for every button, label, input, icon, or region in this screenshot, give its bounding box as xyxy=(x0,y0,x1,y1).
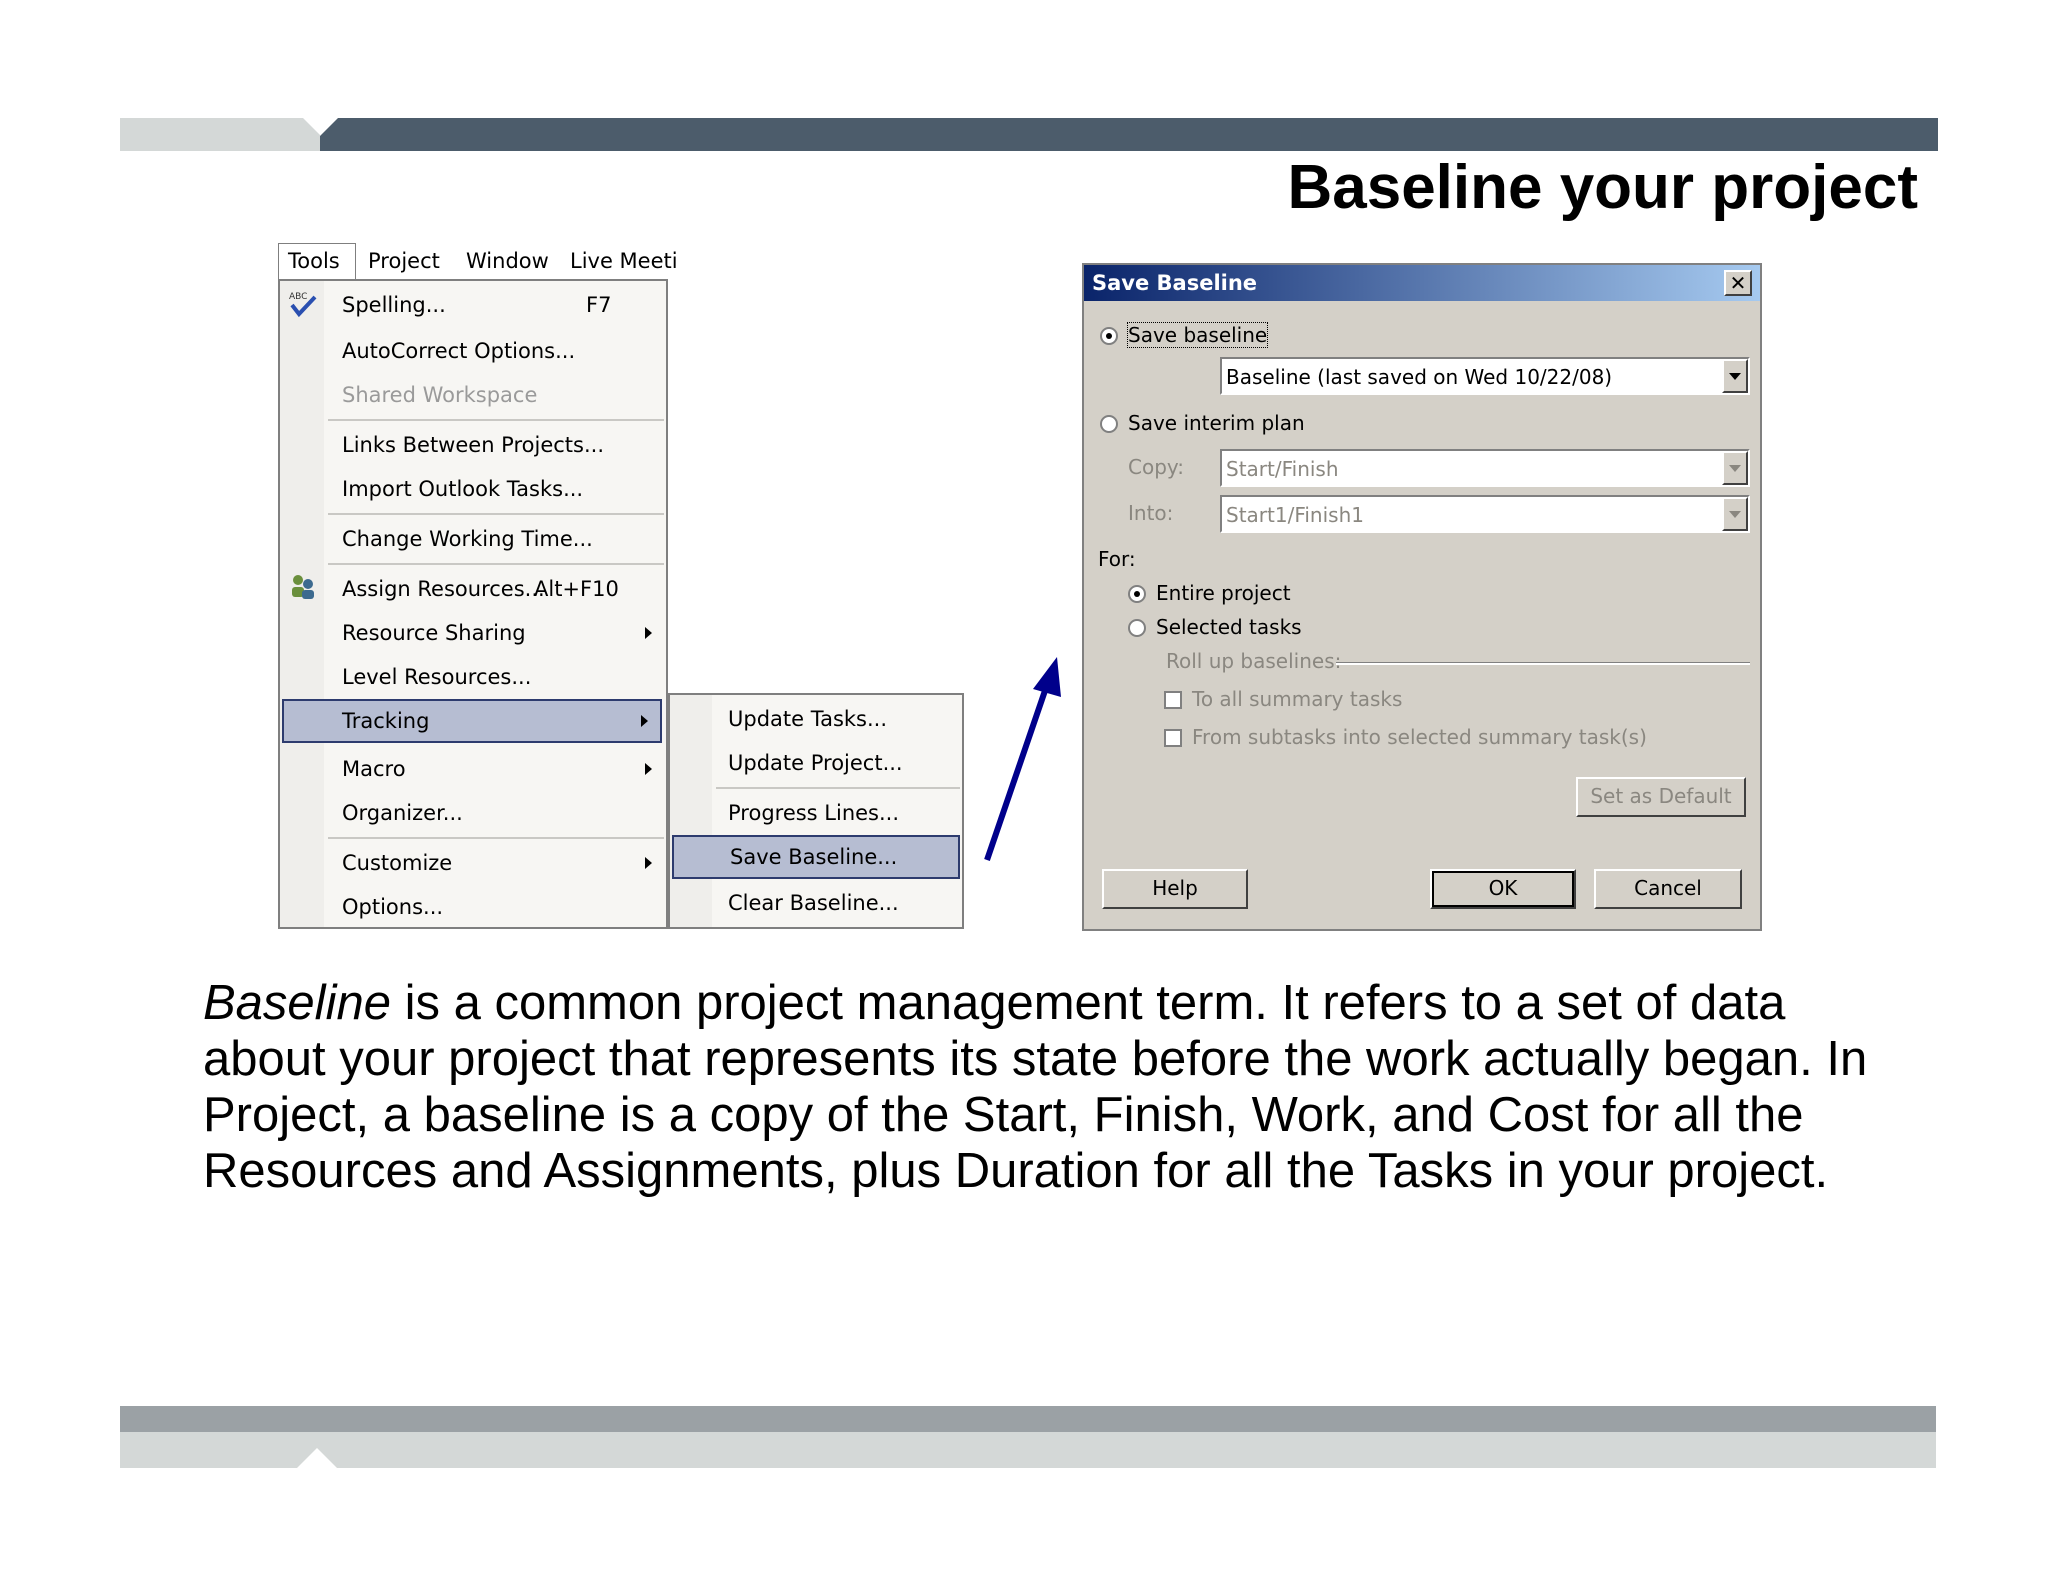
chevron-down-icon[interactable] xyxy=(1722,497,1748,531)
menu-screenshot: Tools Project Window Live Meeti ABC Spel… xyxy=(278,243,964,931)
baseline-term: Baseline xyxy=(203,976,391,1030)
menu-item-resource-sharing[interactable]: Resource Sharing xyxy=(324,611,664,655)
chevron-down-icon[interactable] xyxy=(1722,359,1748,393)
selected-tasks-radio[interactable] xyxy=(1128,619,1146,637)
pointer-arrow-icon xyxy=(984,657,1061,861)
from-subtasks-checkbox[interactable] xyxy=(1164,729,1182,747)
into-select-value: Start1/Finish1 xyxy=(1226,503,1364,527)
menu-item-import-outlook-tasks[interactable]: Import Outlook Tasks... xyxy=(324,467,664,511)
chevron-down-icon[interactable] xyxy=(1722,451,1748,485)
ok-button[interactable]: OK xyxy=(1430,869,1576,909)
submenu-item-progress-lines[interactable]: Progress Lines... xyxy=(712,791,960,835)
into-label: Into: xyxy=(1128,501,1174,525)
entire-project-label: Entire project xyxy=(1156,581,1291,605)
submenu-item-save-baseline[interactable]: Save Baseline... xyxy=(672,835,960,879)
baseline-select-value: Baseline (last saved on Wed 10/22/08) xyxy=(1226,365,1613,389)
menu-separator xyxy=(328,837,664,839)
submenu-arrow-icon xyxy=(645,627,652,639)
copy-label: Copy: xyxy=(1128,455,1185,479)
group-divider xyxy=(1336,662,1750,665)
to-all-summary-checkbox[interactable] xyxy=(1164,691,1182,709)
to-all-summary-label: To all summary tasks xyxy=(1192,687,1403,711)
menu-item-macro[interactable]: Macro xyxy=(324,747,664,791)
menu-item-autocorrect[interactable]: AutoCorrect Options... xyxy=(324,329,664,373)
assign-resources-icon xyxy=(292,575,314,599)
menu-separator xyxy=(328,419,664,421)
submenu-separator xyxy=(716,787,960,789)
dialog-title: Save Baseline xyxy=(1092,271,1258,295)
dialog-titlebar: Save Baseline ✕ xyxy=(1084,265,1760,301)
svg-text:ABC: ABC xyxy=(289,292,307,302)
from-subtasks-label: From subtasks into selected summary task… xyxy=(1192,725,1647,749)
menubar-live-meeting[interactable]: Live Meeti xyxy=(570,249,678,273)
save-interim-label: Save interim plan xyxy=(1128,411,1305,435)
menu-separator xyxy=(328,513,664,515)
submenu-arrow-icon xyxy=(645,763,652,775)
menu-item-spelling[interactable]: Spelling... F7 xyxy=(324,283,664,327)
submenu-arrow-icon xyxy=(645,857,652,869)
rollup-label: Roll up baselines: xyxy=(1166,649,1342,673)
close-icon[interactable]: ✕ xyxy=(1724,270,1752,296)
cancel-button[interactable]: Cancel xyxy=(1594,869,1742,909)
header-bar-left xyxy=(120,118,320,151)
help-button[interactable]: Help xyxy=(1102,869,1248,909)
save-baseline-dialog: Save Baseline ✕ Save baseline Baseline (… xyxy=(1082,263,1762,931)
copy-select-value: Start/Finish xyxy=(1226,457,1339,481)
save-baseline-radio[interactable] xyxy=(1100,327,1118,345)
menu-item-customize[interactable]: Customize xyxy=(324,841,664,885)
save-interim-radio[interactable] xyxy=(1100,415,1118,433)
slide-title: Baseline your project xyxy=(1287,153,1918,222)
menu-item-options[interactable]: Options... xyxy=(324,885,664,929)
menubar-project[interactable]: Project xyxy=(368,249,440,273)
spelling-icon: ABC xyxy=(289,292,317,318)
menubar-window[interactable]: Window xyxy=(466,249,549,273)
menubar-tools-label: Tools xyxy=(288,249,340,273)
menu-separator xyxy=(328,563,664,565)
copy-select[interactable]: Start/Finish xyxy=(1220,449,1750,487)
tracking-submenu: Update Tasks... Update Project... Progre… xyxy=(668,693,964,929)
baseline-select[interactable]: Baseline (last saved on Wed 10/22/08) xyxy=(1220,357,1750,395)
menu-item-tracking[interactable]: Tracking xyxy=(282,699,662,743)
submenu-item-update-project[interactable]: Update Project... xyxy=(712,741,960,785)
menu-item-organizer[interactable]: Organizer... xyxy=(324,791,664,835)
menu-item-links-between-projects[interactable]: Links Between Projects... xyxy=(324,423,664,467)
description-paragraph: Baseline is a common project management … xyxy=(203,975,1903,1199)
save-baseline-label: Save baseline xyxy=(1126,322,1269,348)
menu-item-shared-workspace: Shared Workspace xyxy=(342,383,538,407)
menu-gutter xyxy=(280,281,324,927)
menu-item-level-resources[interactable]: Level Resources... xyxy=(324,655,664,699)
menubar: Tools Project Window Live Meeti xyxy=(278,243,708,279)
footer-bar-light xyxy=(120,1432,1936,1468)
selected-tasks-label: Selected tasks xyxy=(1156,615,1302,639)
tools-menu: ABC Spelling... F7 AutoCorrect Options...… xyxy=(278,279,668,929)
menu-item-change-working-time[interactable]: Change Working Time... xyxy=(324,517,664,561)
entire-project-radio[interactable] xyxy=(1128,585,1146,603)
menu-item-assign-resources[interactable]: Assign Resources... Alt+F10 xyxy=(324,567,664,611)
menubar-tools[interactable]: Tools xyxy=(278,243,356,279)
for-label: For: xyxy=(1098,547,1136,571)
submenu-item-clear-baseline[interactable]: Clear Baseline... xyxy=(712,881,960,925)
set-as-default-button[interactable]: Set as Default xyxy=(1576,777,1746,817)
submenu-item-update-tasks[interactable]: Update Tasks... xyxy=(712,697,960,741)
submenu-arrow-icon xyxy=(641,715,648,727)
submenu-gutter xyxy=(670,695,712,927)
header-bar xyxy=(320,118,1938,151)
description-text: is a common project management term. It … xyxy=(203,976,1868,1198)
footer-bar xyxy=(120,1406,1936,1432)
into-select[interactable]: Start1/Finish1 xyxy=(1220,495,1750,533)
